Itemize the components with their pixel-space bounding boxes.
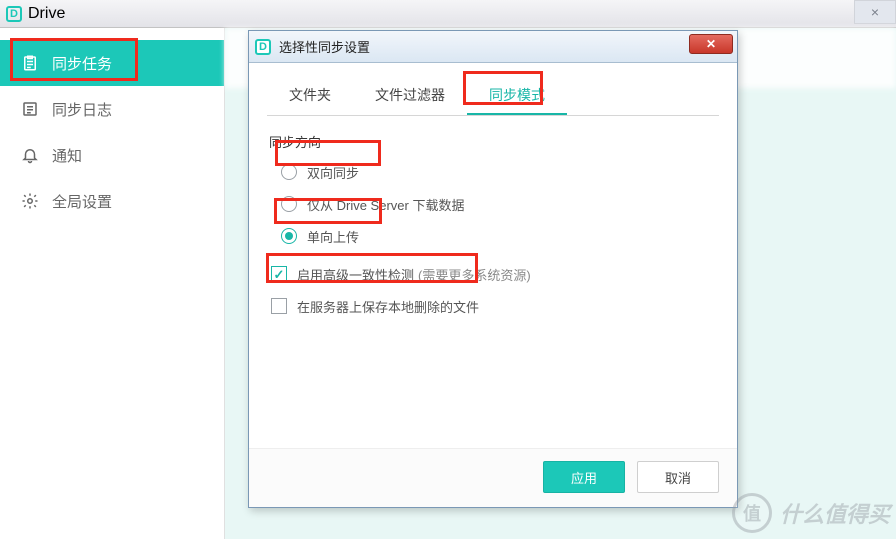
sidebar-item-label: 全局设置 xyxy=(52,191,112,212)
checkbox-keep-deleted[interactable]: 在服务器上保存本地删除的文件 xyxy=(271,295,719,317)
close-icon: ✕ xyxy=(706,37,716,51)
main-titlebar: D Drive × xyxy=(0,0,896,28)
radio-label: 单向上传 xyxy=(307,227,359,246)
checkbox-icon xyxy=(271,298,287,314)
tab-filters[interactable]: 文件过滤器 xyxy=(353,77,467,115)
checkbox-label: 启用高级一致性检测 xyxy=(297,265,414,284)
sync-settings-dialog: D 选择性同步设置 ✕ 文件夹 文件过滤器 同步模式 同步方向 xyxy=(248,30,738,508)
tab-label: 文件夹 xyxy=(289,87,331,103)
sidebar-item-sync-tasks[interactable]: 同步任务 xyxy=(0,40,224,86)
main-close-button[interactable]: × xyxy=(854,0,896,24)
app-title: Drive xyxy=(28,5,65,23)
sidebar-item-label: 通知 xyxy=(52,145,82,166)
apply-button[interactable]: 应用 xyxy=(543,461,625,493)
radio-label: 双向同步 xyxy=(307,163,359,182)
radio-upload-only[interactable]: 单向上传 xyxy=(281,225,719,247)
drive-app-icon: D xyxy=(6,6,22,22)
drive-app-icon: D xyxy=(255,39,271,55)
tab-label: 同步模式 xyxy=(489,87,545,103)
dialog-titlebar: D 选择性同步设置 ✕ xyxy=(249,31,737,63)
radio-icon xyxy=(281,196,297,212)
sidebar-item-sync-log[interactable]: 同步日志 xyxy=(0,86,224,132)
checkbox-icon xyxy=(271,266,287,282)
dialog-body: 文件夹 文件过滤器 同步模式 同步方向 双向同步 仅从 Drive Server… xyxy=(249,63,737,448)
bell-icon xyxy=(18,146,42,164)
log-icon xyxy=(18,100,42,118)
tab-folders[interactable]: 文件夹 xyxy=(267,77,353,115)
button-label: 应用 xyxy=(571,468,597,487)
checkbox-advanced-consistency[interactable]: 启用高级一致性检测 (需要更多系统资源) xyxy=(271,263,719,285)
tab-label: 文件过滤器 xyxy=(375,87,445,103)
sidebar-item-label: 同步日志 xyxy=(52,99,112,120)
section-label-direction: 同步方向 xyxy=(269,132,719,151)
sidebar-item-notifications[interactable]: 通知 xyxy=(0,132,224,178)
radio-bidirectional[interactable]: 双向同步 xyxy=(281,161,719,183)
sidebar-item-label: 同步任务 xyxy=(52,53,112,74)
tabs: 文件夹 文件过滤器 同步模式 xyxy=(267,77,719,116)
dialog-close-button[interactable]: ✕ xyxy=(689,34,733,54)
radio-download-only[interactable]: 仅从 Drive Server 下载数据 xyxy=(281,193,719,215)
checkbox-label: 在服务器上保存本地删除的文件 xyxy=(297,297,479,316)
sidebar-item-global-settings[interactable]: 全局设置 xyxy=(0,178,224,224)
dialog-title: 选择性同步设置 xyxy=(279,37,370,56)
tab-sync-mode[interactable]: 同步模式 xyxy=(467,77,567,115)
radio-icon xyxy=(281,164,297,180)
main-window: D Drive × 同步任务 同步日志 xyxy=(0,0,896,539)
sidebar: 同步任务 同步日志 通知 全局设置 xyxy=(0,28,225,539)
button-label: 取消 xyxy=(665,468,691,487)
radio-label: 仅从 Drive Server 下载数据 xyxy=(307,195,464,214)
radio-icon xyxy=(281,228,297,244)
dialog-footer: 应用 取消 xyxy=(249,448,737,507)
checkbox-hint: (需要更多系统资源) xyxy=(418,265,531,284)
clipboard-icon xyxy=(18,54,42,72)
gear-icon xyxy=(18,192,42,210)
cancel-button[interactable]: 取消 xyxy=(637,461,719,493)
radio-group-direction: 双向同步 仅从 Drive Server 下载数据 单向上传 xyxy=(267,161,719,263)
close-icon: × xyxy=(871,4,879,20)
